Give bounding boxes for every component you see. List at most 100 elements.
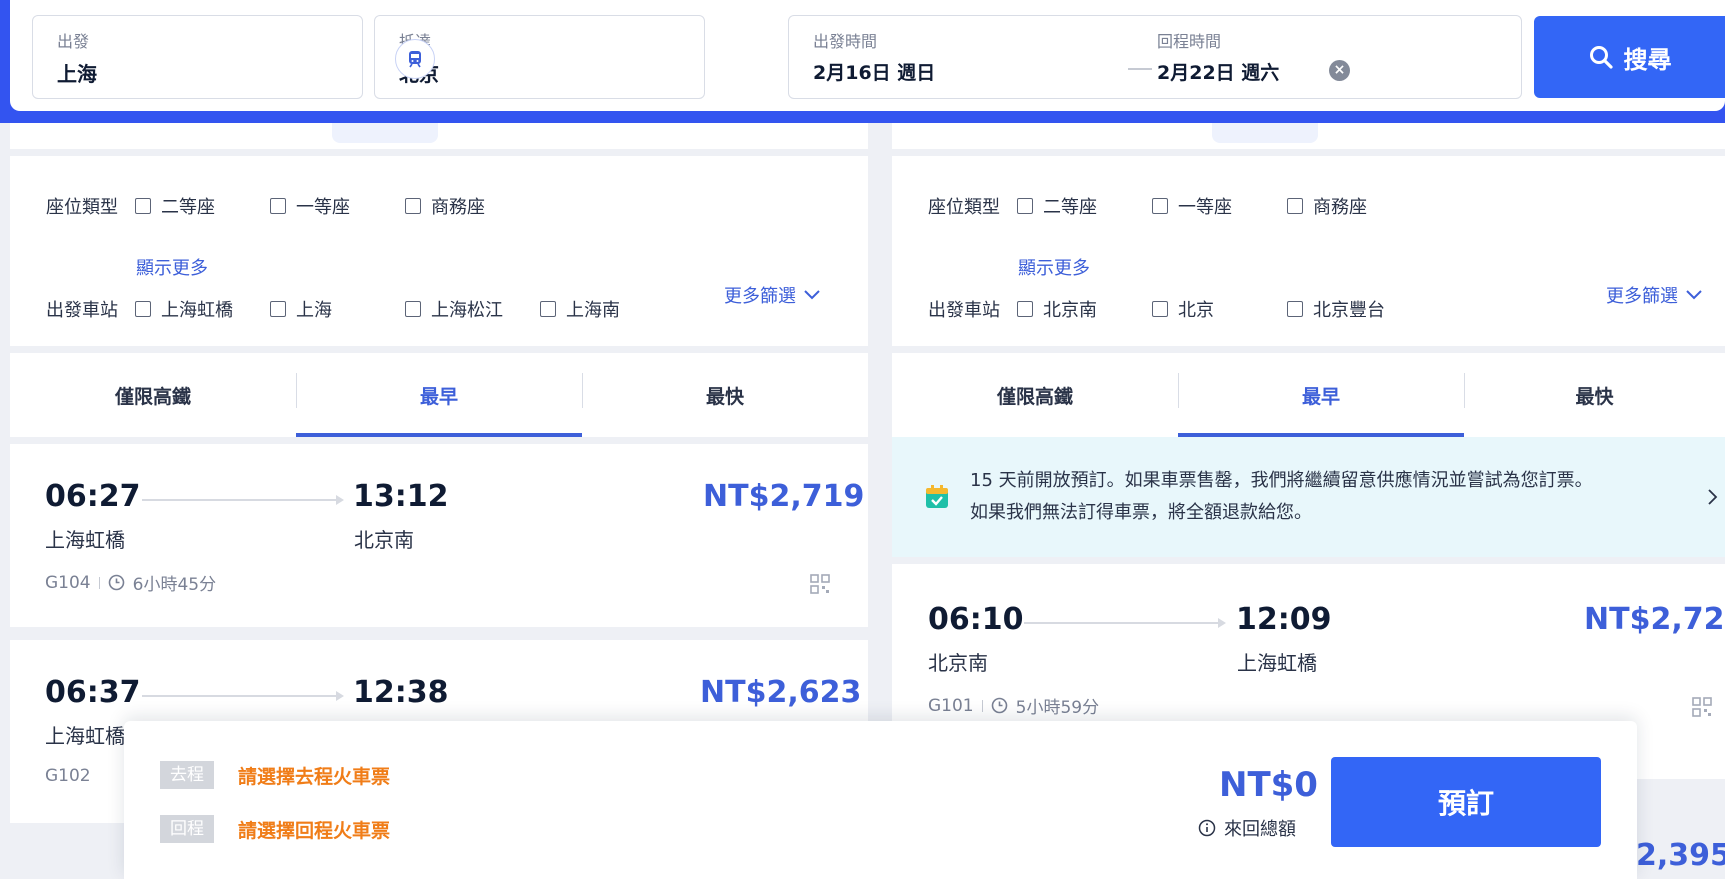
seat-option-business-class[interactable]: 商務座 [405,193,485,219]
arrive-station: 北京南 [354,528,414,552]
show-more-link[interactable]: 顯示更多 [136,254,208,280]
station-option-beijing-south[interactable]: 北京南 [1017,296,1097,322]
notice-line-1: 15 天前開放預訂。如果車票售罄，我們將繼續留意供應情況並嘗試為您訂票。 [970,470,1593,491]
arrive-time: 12:38 [353,675,449,710]
station-option-shanghai[interactable]: 上海 [270,296,332,322]
station-option-shanghai-songjiang[interactable]: 上海松江 [405,296,503,322]
top-strip [10,123,868,149]
train-duration: 5小時59分 [1015,698,1100,718]
calendar-check-icon [926,485,948,508]
depart-time: 06:27 [45,479,141,514]
more-filters-button[interactable]: 更多篩選 [1606,282,1702,308]
booking-notice[interactable]: 15 天前開放預訂。如果車票售罄，我們將繼續留意供應情況並嘗試為您訂票。 如果我… [892,437,1725,557]
peek-ticket-price: 2,395 [1636,838,1725,873]
outbound-tag: 去程 [160,761,214,789]
book-button[interactable]: 預訂 [1331,757,1601,847]
depart-station: 上海虹橋 [45,724,125,748]
return-tag: 回程 [160,815,214,843]
seat-option-second-class[interactable]: 二等座 [1017,193,1097,219]
train-icon [409,51,421,68]
qr-code-icon[interactable] [810,574,830,594]
from-label: 出發 [57,32,90,51]
ticket-price: NT$2,723 [1584,602,1725,637]
clock-icon [108,574,124,591]
depart-station: 北京南 [928,651,988,675]
more-filters-button[interactable]: 更多篩選 [724,282,820,308]
seat-option-business-class[interactable]: 商務座 [1287,193,1367,219]
chevron-right-icon [1708,489,1718,505]
ticket-price: NT$2,623 [700,675,862,710]
qr-code-icon[interactable] [1692,697,1712,717]
train-number: G101 [928,695,974,716]
date-separator [1128,68,1152,70]
return-date-value: 2月22日 週六 [1157,62,1280,84]
depart-time: 06:37 [45,675,141,710]
seat-option-first-class[interactable]: 一等座 [270,193,350,219]
return-date-label: 回程時間 [1157,32,1222,51]
route-line [142,691,344,701]
outbound-message: 請選擇去程火車票 [238,766,391,788]
tab-high-speed-only[interactable]: 僅限高鐵 [10,353,296,437]
total-label-row[interactable]: 來回總額 [1198,815,1296,841]
ticket-price: NT$2,719 [703,479,865,514]
outbound-filters: 座位類型 二等座 一等座 商務座 顯示更多 出發車站 上海虹橋 上海 上海松江 … [10,156,868,346]
arrive-time: 13:12 [353,479,449,514]
from-field[interactable]: 出發 上海 [32,15,363,99]
train-number: G104 [45,572,91,593]
outbound-column: 座位類型 二等座 一等座 商務座 顯示更多 出發車站 上海虹橋 上海 上海松江 … [10,123,868,823]
tab-fastest[interactable]: 最快 [1464,353,1725,437]
from-value: 上海 [57,62,97,86]
tab-earliest[interactable]: 最早 [296,353,582,437]
depart-time: 06:10 [928,602,1024,637]
clear-return-date-icon[interactable]: × [1329,60,1350,81]
train-number: G102 [45,766,91,786]
train-card[interactable]: 06:27 13:12 上海虹橋 北京南 NT$2,719 G104 6小時45… [10,444,868,627]
booking-summary-bar: 去程 請選擇去程火車票 回程 請選擇回程火車票 NT$0 來回總額 預訂 [124,721,1637,879]
station-option-shanghai-hongqiao[interactable]: 上海虹橋 [135,296,233,322]
show-more-link[interactable]: 顯示更多 [1018,254,1090,280]
depart-date-label: 出發時間 [813,32,878,51]
notice-line-2: 如果我們無法訂得車票，將全額退款給您。 [970,502,1312,523]
search-bar: 出發 上海 抵達 北京 出發時間 2月16日 週日 回程時間 2月22日 週六 … [0,0,1725,123]
departure-station-label: 出發車站 [928,300,1000,321]
station-option-beijing[interactable]: 北京 [1152,296,1214,322]
train-duration: 6小時45分 [132,575,217,595]
top-strip [892,123,1725,149]
clock-icon [991,697,1007,714]
seat-option-first-class[interactable]: 一等座 [1152,193,1232,219]
more-filters-label: 更多篩選 [1606,286,1678,307]
chevron-down-icon [804,290,820,300]
departure-station-label: 出發車站 [46,300,118,321]
seat-option-second-class[interactable]: 二等座 [135,193,215,219]
depart-date-value: 2月16日 週日 [813,62,936,84]
chevron-down-icon [1686,290,1702,300]
arrive-time: 12:09 [1236,602,1332,637]
date-field[interactable]: 出發時間 2月16日 週日 回程時間 2月22日 週六 [788,15,1522,99]
arrive-station: 上海虹橋 [1237,651,1317,675]
seat-type-label: 座位類型 [46,197,118,218]
return-filters: 座位類型 二等座 一等座 商務座 顯示更多 出發車站 北京南 北京 北京豐台 更… [892,156,1725,346]
return-sort-tabs: 僅限高鐵 最早 最快 [892,353,1725,437]
swap-stations-button[interactable] [395,39,435,79]
train-meta: G104 6小時45分 [45,570,217,596]
train-meta: G101 5小時59分 [928,693,1100,719]
total-price: NT$0 [1219,765,1318,805]
search-button-label: 搜尋 [1623,45,1672,74]
search-button[interactable]: 搜尋 [1534,16,1725,98]
info-icon [1198,819,1216,837]
depart-station: 上海虹橋 [45,528,125,552]
station-option-beijing-fengtai[interactable]: 北京豐台 [1287,296,1385,322]
station-option-shanghai-south[interactable]: 上海南 [540,296,620,322]
route-line [142,495,344,505]
notice-text: 15 天前開放預訂。如果車票售罄，我們將繼續留意供應情況並嘗試為您訂票。 如果我… [970,465,1593,529]
seat-type-label: 座位類型 [928,197,1000,218]
search-icon [1589,46,1613,69]
more-filters-label: 更多篩選 [724,286,796,307]
tab-high-speed-only[interactable]: 僅限高鐵 [892,353,1178,437]
outbound-sort-tabs: 僅限高鐵 最早 最快 [10,353,868,437]
tab-earliest[interactable]: 最早 [1178,353,1464,437]
route-line [1024,618,1226,628]
total-label: 來回總額 [1224,819,1296,840]
train-meta: G102 [45,766,91,786]
tab-fastest[interactable]: 最快 [582,353,868,437]
